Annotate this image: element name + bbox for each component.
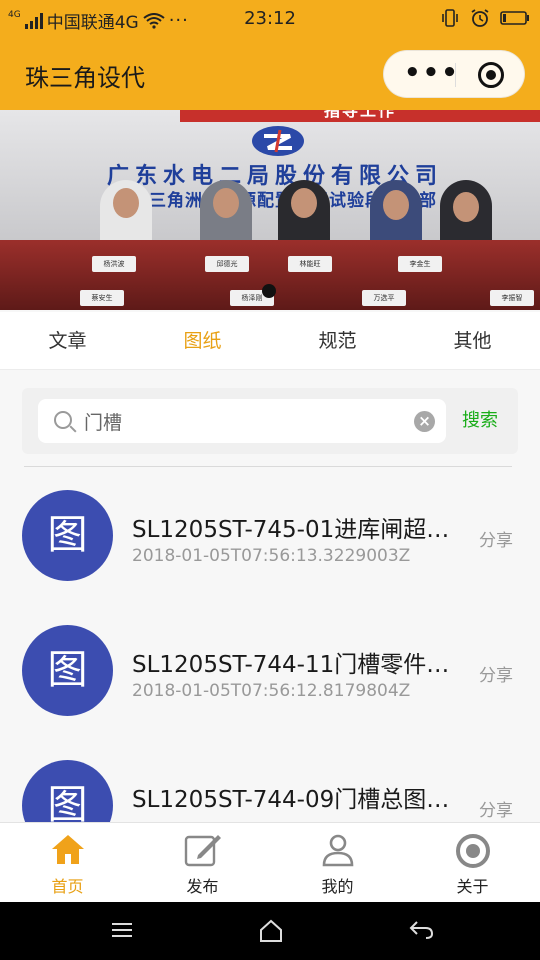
tab-publish-label: 发布: [186, 877, 219, 896]
list-item[interactable]: 图 SL1205ST-744-11门槽零件… 2018-01-05T07:56:…: [0, 605, 540, 735]
search-icon: [54, 411, 72, 429]
banner-person-head: [291, 188, 317, 218]
back-icon[interactable]: [408, 918, 434, 942]
name-plate: 邱德光: [205, 256, 249, 272]
bottom-tab-bar: 首页 发布 我的 关于: [0, 822, 540, 902]
capsule-divider: [455, 63, 456, 87]
item-timestamp: 2018-01-05T07:56:12.8179804Z: [132, 681, 411, 701]
item-title[interactable]: SL1205ST-745-01进库闸超…: [132, 510, 474, 544]
name-plate: 万选平: [362, 290, 406, 306]
banner-dot-indicator[interactable]: [262, 284, 276, 298]
item-title[interactable]: SL1205ST-744-11门槽零件…: [132, 645, 474, 679]
menu-icon[interactable]: [110, 918, 134, 942]
drawing-avatar: 图: [22, 490, 113, 581]
tab-drawings[interactable]: 图纸: [135, 312, 270, 369]
target-icon[interactable]: [478, 62, 504, 88]
edit-icon: [184, 835, 221, 867]
tab-profile[interactable]: 我的: [270, 823, 405, 902]
vibrate-icon: [442, 9, 458, 27]
tab-profile-label: 我的: [321, 877, 354, 896]
drawing-avatar: 图: [22, 760, 113, 822]
search-bar: × 搜索: [22, 388, 518, 454]
page-title: 珠三角设代: [25, 64, 145, 92]
search-input[interactable]: [84, 399, 404, 443]
banner-person-head: [453, 192, 479, 222]
share-button[interactable]: 分享: [479, 526, 513, 551]
name-plate: 杨洪波: [92, 256, 136, 272]
system-nav-bar: [0, 902, 540, 960]
status-right: [440, 8, 530, 28]
name-plate: 李振智: [490, 290, 534, 306]
name-plate: 李金生: [398, 256, 442, 272]
nav-bar: 珠三角设代 •••: [0, 38, 540, 110]
top-bar: 4G 中国联通4G ··· 23:12 珠三角设代 •••: [0, 0, 540, 110]
home-key-icon[interactable]: [258, 918, 284, 944]
status-bar: 4G 中国联通4G ··· 23:12: [0, 0, 540, 38]
battery-icon: [500, 11, 529, 25]
search-box: ×: [38, 399, 446, 443]
tab-publish[interactable]: 发布: [135, 823, 270, 902]
more-dots-icon[interactable]: •••: [404, 51, 458, 99]
banner-person-head: [213, 188, 239, 218]
list-item[interactable]: 图 SL1205ST-744-09门槽总图… 分享: [0, 740, 540, 822]
search-button[interactable]: 搜索: [462, 406, 498, 432]
about-target-icon: [455, 834, 490, 868]
drawing-list: 图 SL1205ST-745-01进库闸超… 2018-01-05T07:56:…: [0, 470, 540, 822]
company-logo-icon: [252, 126, 304, 156]
tab-home[interactable]: 首页: [0, 823, 135, 902]
user-icon: [322, 834, 353, 867]
divider: [24, 466, 512, 467]
clear-icon[interactable]: ×: [414, 411, 435, 432]
tab-others[interactable]: 其他: [405, 312, 540, 369]
share-button[interactable]: 分享: [479, 796, 513, 821]
banner-top-text: 指导工作: [180, 110, 540, 122]
tab-articles[interactable]: 文章: [0, 312, 135, 369]
alarm-icon: [471, 9, 489, 27]
home-icon: [51, 835, 84, 864]
tab-home-label: 首页: [51, 877, 84, 896]
tab-about-label: 关于: [456, 877, 489, 896]
category-tabs: 文章 图纸 规范 其他: [0, 312, 540, 370]
banner-person-head: [113, 188, 139, 218]
tab-standards[interactable]: 规范: [270, 312, 405, 369]
banner-image[interactable]: 指导工作 广东水电二局股份有限公司 珠江三角洲水资源配置工程试验段项目部 杨洪波…: [0, 110, 540, 310]
item-title[interactable]: SL1205ST-744-09门槽总图…: [132, 780, 474, 814]
drawing-avatar: 图: [22, 625, 113, 716]
name-plate: 林能旺: [288, 256, 332, 272]
item-timestamp: 2018-01-05T07:56:13.3229003Z: [132, 546, 411, 566]
list-item[interactable]: 图 SL1205ST-745-01进库闸超… 2018-01-05T07:56:…: [0, 470, 540, 600]
banner-person-head: [383, 190, 409, 220]
name-plate: 蔡安生: [80, 290, 124, 306]
tab-about[interactable]: 关于: [405, 823, 540, 902]
mini-program-capsule: •••: [383, 50, 525, 98]
share-button[interactable]: 分享: [479, 661, 513, 686]
